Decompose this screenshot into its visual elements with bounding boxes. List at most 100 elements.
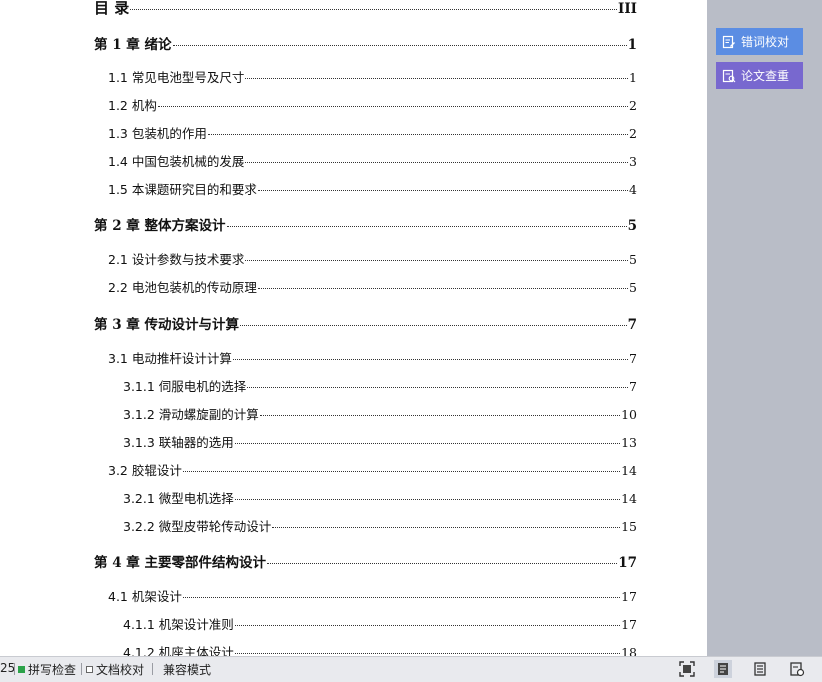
toc-heading[interactable]: 目 录 III	[94, 0, 637, 18]
side-panel: 错词校对 论文查重	[707, 0, 822, 656]
page-indicator[interactable]: 25	[0, 661, 15, 675]
toc-entry[interactable]: 3.2.2 微型皮带轮传动设计 15	[123, 516, 637, 535]
toc-label: 4.1.1 机架设计准则	[123, 617, 234, 632]
toc-leader	[257, 190, 629, 191]
toc-entry[interactable]: 3.2 胶辊设计 14	[108, 460, 637, 479]
toc-leader	[240, 325, 627, 326]
toc-entry[interactable]: 1.2 机构 2	[108, 95, 637, 114]
toc-page-number: 14	[621, 491, 637, 506]
toc-entry[interactable]: 第 1 章 绪论 1	[94, 33, 637, 53]
toc-entry[interactable]: 2.2 电池包装机的传动原理 5	[108, 277, 637, 296]
toc-label: 1.5 本课题研究目的和要求	[108, 182, 257, 197]
toc-page-number: 4	[629, 182, 637, 197]
toc-entry[interactable]: 3.1 电动推杆设计计算 7	[108, 348, 637, 367]
document-search-icon	[722, 69, 736, 82]
spell-check-indicator-icon	[18, 666, 25, 673]
web-view-icon[interactable]	[788, 660, 806, 678]
toc-page-number: 5	[627, 218, 637, 234]
toc-label: 1.1 常见电池型号及尺寸	[108, 70, 245, 85]
toc-leader	[234, 653, 621, 654]
toc-leader	[207, 134, 629, 135]
toc-label: 3.1.1 伺服电机的选择	[123, 379, 247, 394]
toc-leader	[234, 443, 621, 444]
toc-leader	[182, 471, 621, 472]
toc-page-number: 7	[629, 351, 637, 366]
toc-leader	[157, 106, 629, 107]
toc-leader	[267, 563, 618, 564]
toc-leader	[232, 359, 629, 360]
toc-leader	[259, 415, 621, 416]
toc-page-number: 5	[629, 252, 637, 267]
toc-label: 目 录	[94, 0, 130, 17]
toc-page-number: III	[618, 1, 637, 17]
toc-entry[interactable]: 3.1.2 滑动螺旋副的计算 10	[123, 404, 637, 423]
toc-leader	[245, 260, 629, 261]
outline-view-icon[interactable]	[751, 660, 769, 678]
toc-label: 1.2 机构	[108, 98, 157, 113]
toc-entry[interactable]: 1.1 常见电池型号及尺寸 1	[108, 67, 637, 86]
toc-leader	[257, 288, 629, 289]
toc-label: 3.2.1 微型电机选择	[123, 491, 234, 506]
toc-entry[interactable]: 3.2.1 微型电机选择 14	[123, 488, 637, 507]
toc-label: 4.1.2 机座主体设计	[123, 645, 234, 656]
toc-entry[interactable]: 2.1 设计参数与技术要求 5	[108, 249, 637, 268]
toc-page-number: 1	[629, 70, 637, 85]
toc-label: 第 1 章 绪论	[94, 37, 172, 53]
toc-leader	[226, 226, 627, 227]
fullscreen-icon[interactable]	[678, 660, 696, 678]
toc-page-number: 17	[618, 555, 637, 571]
toc-entry[interactable]: 4.1.2 机座主体设计 18	[123, 642, 637, 656]
toc-entry[interactable]: 3.1.1 伺服电机的选择 7	[123, 376, 637, 395]
toc-page-number: 17	[621, 617, 637, 632]
status-divider	[81, 663, 82, 675]
document-edit-icon	[722, 35, 735, 48]
toc-leader	[245, 78, 629, 79]
toc-entry[interactable]: 第 2 章 整体方案设计 5	[94, 214, 637, 234]
toc-page-number: 17	[621, 589, 637, 604]
doc-proofread-toggle[interactable]: 文档校对	[86, 661, 144, 678]
toc-leader	[172, 45, 627, 46]
spell-check-toggle[interactable]: 拼写检查	[18, 661, 76, 678]
toc-page-number: 10	[621, 407, 637, 422]
toc-label: 1.3 包装机的作用	[108, 126, 207, 141]
toc-entry[interactable]: 3.1.3 联轴器的选用 13	[123, 432, 637, 451]
spell-check-label: 拼写检查	[28, 663, 77, 677]
toc-leader	[234, 625, 621, 626]
toc-page-number: 7	[627, 317, 637, 333]
proofread-button[interactable]: 错词校对	[716, 28, 803, 55]
document-page[interactable]: 目 录 III 第 1 章 绪论 1 1.1 常见电池型号及尺寸 1 1.2 机构 2 …	[0, 0, 707, 656]
page-view-icon[interactable]	[714, 660, 732, 678]
toc-page-number: 2	[629, 98, 637, 113]
toc-label: 3.1.3 联轴器的选用	[123, 435, 234, 450]
toc-entry[interactable]: 1.3 包装机的作用 2	[108, 123, 637, 142]
toc-page-number: 18	[621, 645, 637, 656]
toc-label: 3.2.2 微型皮带轮传动设计	[123, 519, 272, 534]
doc-proofread-indicator-icon	[86, 666, 93, 673]
toc-page-number: 13	[621, 435, 637, 450]
toc-leader	[234, 499, 621, 500]
doc-proofread-label: 文档校对	[96, 663, 145, 677]
toc-entry[interactable]: 4.1 机架设计 17	[108, 586, 637, 605]
toc-entry[interactable]: 第 3 章 传动设计与计算 7	[94, 313, 637, 333]
toc-label: 1.4 中国包装机械的发展	[108, 154, 245, 169]
status-divider	[14, 663, 15, 675]
toc-label: 3.1.2 滑动螺旋副的计算	[123, 407, 259, 422]
toc-entry[interactable]: 1.4 中国包装机械的发展 3	[108, 151, 637, 170]
toc-label: 第 2 章 整体方案设计	[94, 218, 226, 234]
toc-page-number: 5	[629, 280, 637, 295]
toc-leader	[247, 387, 629, 388]
toc-entry[interactable]: 4.1.1 机架设计准则 17	[123, 614, 637, 633]
compat-mode-label: 兼容模式	[163, 663, 212, 677]
toc-page-number: 15	[621, 519, 637, 534]
toc-page-number: 14	[621, 463, 637, 478]
plagiarism-check-label: 论文查重	[741, 69, 790, 83]
status-bar: 25 拼写检查 文档校对 兼容模式	[0, 656, 822, 682]
toc-entry[interactable]: 1.5 本课题研究目的和要求 4	[108, 179, 637, 198]
toc-label: 第 4 章 主要零部件结构设计	[94, 555, 266, 571]
toc-label: 2.2 电池包装机的传动原理	[108, 280, 257, 295]
toc-entry[interactable]: 第 4 章 主要零部件结构设计 17	[94, 551, 637, 571]
plagiarism-check-button[interactable]: 论文查重	[716, 62, 803, 89]
toc-leader	[272, 527, 621, 528]
toc-label: 3.2 胶辊设计	[108, 463, 182, 478]
proofread-label: 错词校对	[741, 35, 790, 49]
